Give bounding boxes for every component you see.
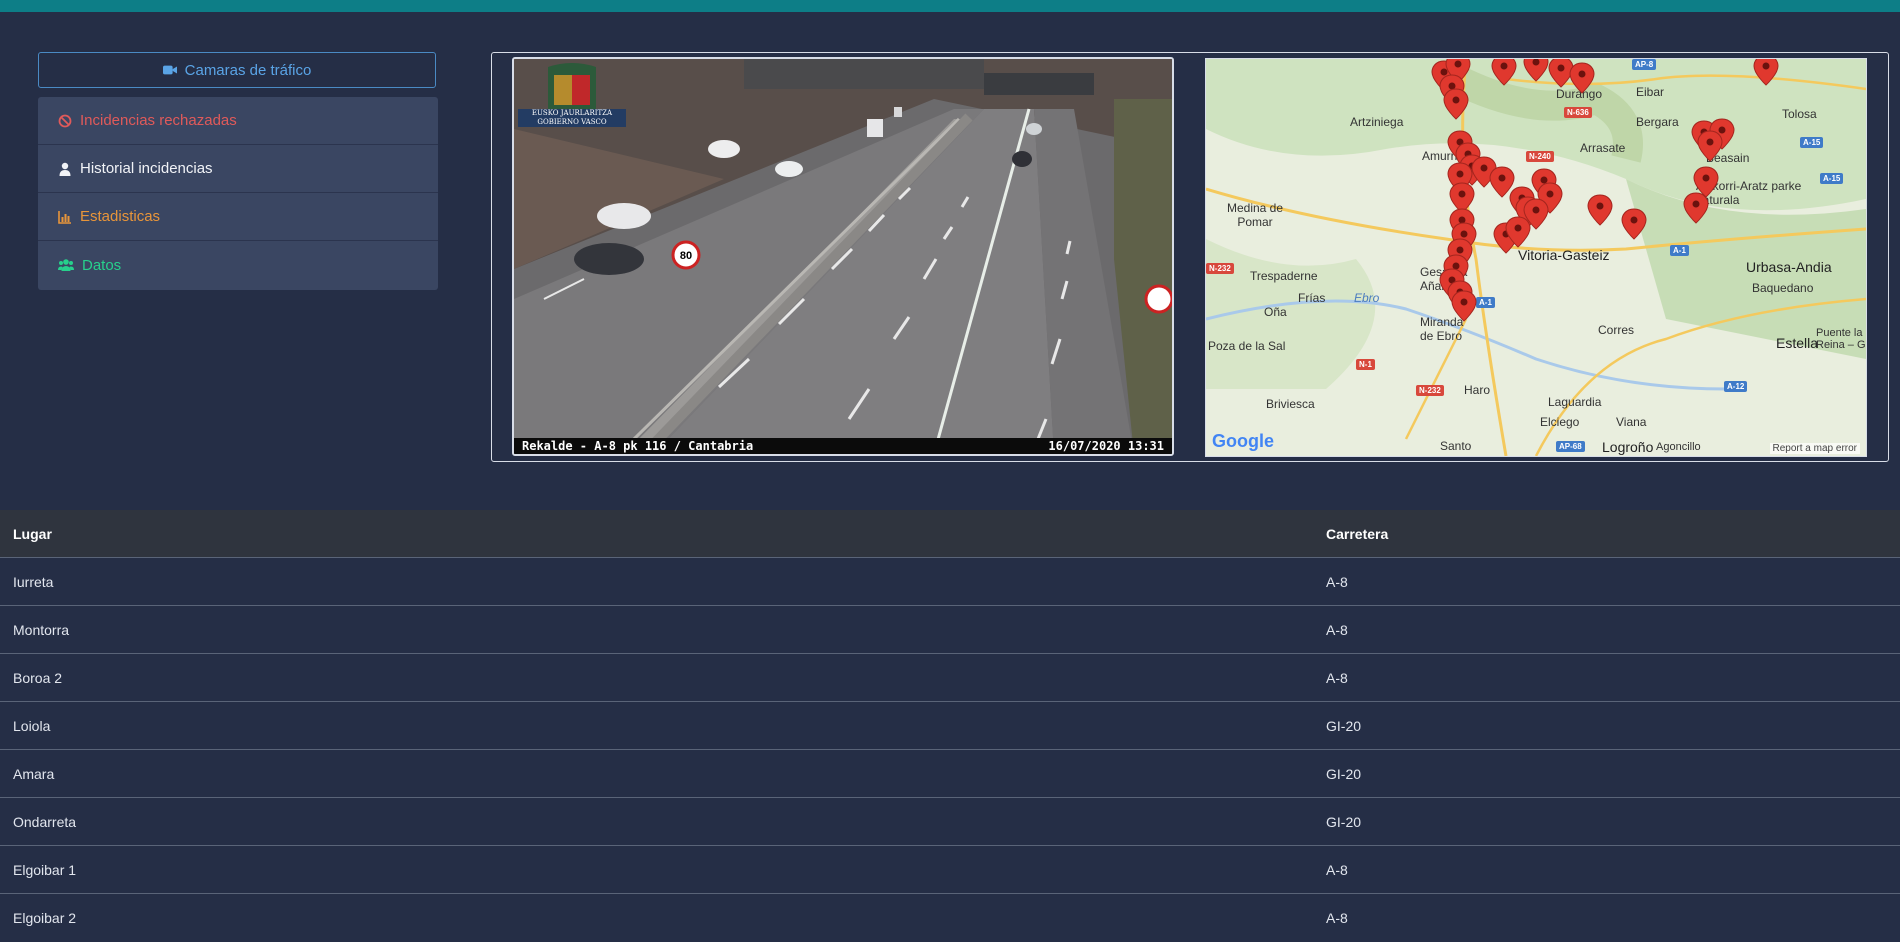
incidents-table: Lugar Carretera Iurreta A-8 Montorra A-8… [0, 510, 1900, 942]
table-row[interactable]: Boroa 2 A-8 [0, 654, 1900, 702]
cell-lugar: Elgoibar 2 [13, 910, 77, 926]
sidebar-item-rejected-incidents[interactable]: Incidencias rechazadas [38, 97, 438, 145]
incidents-map[interactable]: Artziniega Durango Eibar Bergara Tolosa … [1205, 58, 1867, 457]
marker-pin-icon[interactable] [1431, 59, 1779, 322]
sidebar-item-label: Incidencias rechazadas [80, 112, 237, 129]
incident-markers [1431, 59, 1779, 322]
table-row[interactable]: Amara GI-20 [0, 750, 1900, 798]
cell-carretera: GI-20 [1326, 765, 1362, 782]
camera-caption: Rekalde - A-8 pk 116 / Cantabria 16/07/2… [514, 438, 1172, 454]
cell-carretera: A-8 [1326, 861, 1348, 878]
cell-carretera: A-8 [1326, 573, 1348, 590]
cell-lugar: Montorra [13, 621, 70, 638]
column-header-carretera[interactable]: Carretera [1326, 526, 1900, 542]
cell-carretera: A-8 [1326, 621, 1348, 638]
cell-lugar: Iurreta [13, 573, 54, 590]
users-icon [58, 259, 74, 271]
user-icon [59, 162, 71, 176]
logo-text: EUSKO JAURLARITZA GOBIERNO VASCO [518, 109, 626, 127]
table-row[interactable]: Montorra A-8 [0, 606, 1900, 654]
column-header-lugar[interactable]: Lugar [0, 526, 1326, 542]
sidebar-item-statistics[interactable]: Estadisticas [38, 193, 438, 241]
table-header: Lugar Carretera [0, 510, 1900, 558]
sidebar-item-label: Historial incidencias [80, 160, 213, 177]
chart-icon [58, 210, 71, 224]
sidebar-item-data[interactable]: Datos [38, 241, 438, 289]
cell-lugar: Loiola [13, 717, 51, 734]
video-camera-icon [162, 65, 177, 75]
table-row[interactable]: Ondarreta GI-20 [0, 798, 1900, 846]
speed-sign-80: 80 [680, 250, 692, 262]
media-panel: 80 EUSKO JAURLARITZA GOBIERNO VASCO Reka… [491, 52, 1889, 462]
sidebar-item-label: Datos [82, 256, 122, 274]
camera-location: Rekalde - A-8 pk 116 / Cantabria [522, 439, 754, 453]
cell-carretera: A-8 [1326, 669, 1348, 686]
cell-carretera: GI-20 [1326, 717, 1362, 734]
cell-lugar: Boroa 2 [13, 669, 63, 686]
google-logo-text: Google [1212, 431, 1274, 451]
table-row[interactable]: Iurreta A-8 [0, 558, 1900, 606]
sidebar-item-label: Estadisticas [80, 208, 161, 225]
cell-lugar: Amara [13, 765, 55, 782]
traffic-camera-feed[interactable]: 80 EUSKO JAURLARITZA GOBIERNO VASCO Reka… [512, 57, 1174, 456]
table-row[interactable]: Loiola GI-20 [0, 702, 1900, 750]
logo-line-2: GOBIERNO VASCO [537, 118, 607, 126]
top-accent-bar [0, 0, 1900, 12]
sidebar-item-incident-history[interactable]: Historial incidencias [38, 145, 438, 193]
camera-timestamp: 16/07/2020 13:31 [1048, 439, 1164, 453]
traffic-cameras-label: Camaras de tráfico [184, 61, 312, 79]
cell-carretera: A-8 [1326, 910, 1348, 926]
google-logo: Google [1212, 431, 1274, 452]
logo-line-1: EUSKO JAURLARITZA [531, 109, 613, 117]
sidebar-menu: Incidencias rechazadas Historial inciden… [38, 97, 438, 290]
traffic-cameras-button[interactable]: Camaras de tráfico [38, 52, 436, 88]
report-map-error-link[interactable]: Report a map error [1769, 443, 1860, 454]
cell-lugar: Ondarreta [13, 813, 77, 830]
table-row[interactable]: Elgoibar 2 A-8 [0, 894, 1900, 942]
cell-carretera: GI-20 [1326, 813, 1362, 830]
ban-icon [58, 114, 72, 127]
table-row[interactable]: Elgoibar 1 A-8 [0, 846, 1900, 894]
cell-lugar: Elgoibar 1 [13, 861, 77, 878]
